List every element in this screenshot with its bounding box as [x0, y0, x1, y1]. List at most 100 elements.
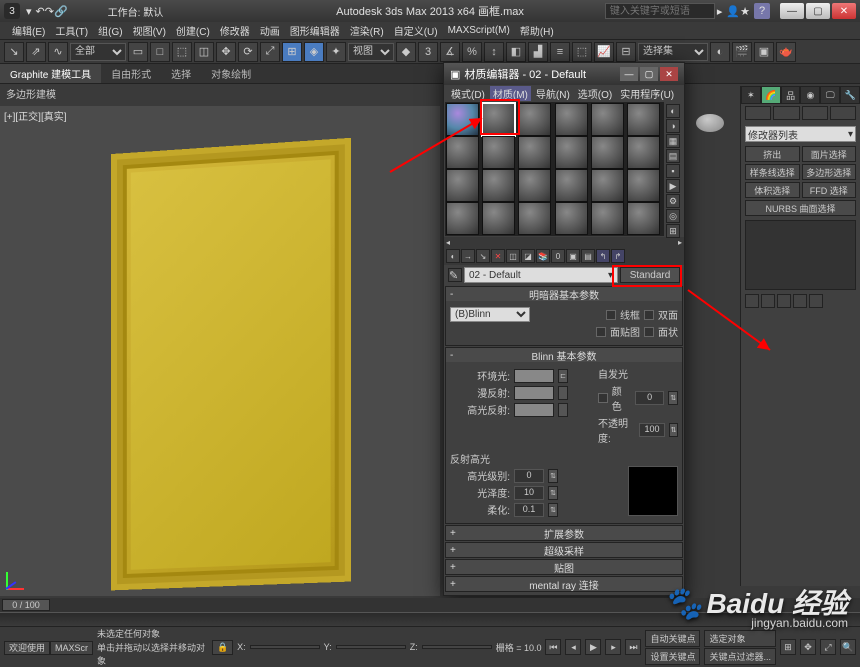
- configure-icon[interactable]: [809, 294, 823, 308]
- material-slot[interactable]: [591, 169, 624, 202]
- cat-icon[interactable]: [773, 106, 799, 120]
- diffuse-swatch[interactable]: [514, 386, 554, 400]
- link-icon[interactable]: 🔗: [54, 5, 68, 18]
- ribbon-tab-paint[interactable]: 对象绘制: [201, 64, 261, 83]
- maxscript-tab[interactable]: MAXScr: [50, 641, 93, 655]
- lock-selection-icon[interactable]: 🔒: [212, 640, 233, 655]
- window-crossing-icon[interactable]: ◫: [194, 42, 214, 62]
- viewport-label[interactable]: [+][正交][真实]: [4, 108, 67, 123]
- x-coord[interactable]: [250, 645, 320, 649]
- menu-item[interactable]: 帮助(H): [516, 22, 558, 39]
- redo-icon[interactable]: ↷: [45, 5, 54, 18]
- cat-icon[interactable]: [745, 106, 771, 120]
- specular-swatch[interactable]: [514, 403, 554, 417]
- select-name-icon[interactable]: □: [150, 42, 170, 62]
- menu-item[interactable]: 导航(N): [533, 86, 573, 101]
- spinner-buttons[interactable]: ⇅: [548, 469, 558, 483]
- soften-spinner[interactable]: 0.1: [514, 503, 544, 517]
- remove-mod-icon[interactable]: [793, 294, 807, 308]
- select-rotate-icon[interactable]: ⟳: [238, 42, 258, 62]
- menu-item[interactable]: 动画: [256, 22, 284, 39]
- search-go-icon[interactable]: ▸: [717, 5, 723, 18]
- bind-space-icon[interactable]: ∿: [48, 42, 68, 62]
- menu-item[interactable]: 渲染(R): [346, 22, 388, 39]
- mod-button[interactable]: 多边形选择: [802, 164, 857, 180]
- reference-coord-icon[interactable]: ⊞: [282, 42, 302, 62]
- spinner-buttons[interactable]: ⇅: [668, 391, 678, 405]
- menu-item[interactable]: 选项(O): [575, 86, 615, 101]
- material-name-dropdown[interactable]: 02 - Default▾: [464, 267, 618, 283]
- spinner-snap-icon[interactable]: ↕: [484, 42, 504, 62]
- material-slot[interactable]: [446, 202, 479, 235]
- material-slot-selected[interactable]: [482, 103, 515, 136]
- menu-item[interactable]: 自定义(U): [390, 22, 442, 39]
- menu-item[interactable]: 材质(M): [490, 86, 531, 101]
- backlight-icon[interactable]: ◑: [666, 119, 680, 133]
- opacity-spinner[interactable]: 100: [639, 423, 665, 437]
- material-slot[interactable]: [627, 169, 660, 202]
- selfillum-color-checkbox[interactable]: [598, 393, 608, 403]
- gloss-spinner[interactable]: 10: [514, 486, 544, 500]
- autokey-button[interactable]: 自动关键点: [645, 630, 700, 647]
- curve-editor-icon[interactable]: 📈: [594, 42, 614, 62]
- faceted-checkbox[interactable]: [644, 327, 654, 337]
- tab-utilities-icon[interactable]: 🔧: [840, 86, 860, 104]
- select-scale-icon[interactable]: ⤢: [260, 42, 280, 62]
- pin-stack-icon[interactable]: [745, 294, 759, 308]
- rollup-header[interactable]: Blinn 基本参数: [446, 348, 682, 362]
- ambient-swatch[interactable]: [514, 369, 554, 383]
- viewport-nav-icon[interactable]: ✥: [800, 639, 816, 655]
- use-center-icon[interactable]: ◈: [304, 42, 324, 62]
- face-map-checkbox[interactable]: [596, 327, 606, 337]
- rollup-header[interactable]: mental ray 连接: [446, 577, 682, 591]
- tab-modify-icon[interactable]: 🌈: [761, 86, 781, 104]
- material-slot[interactable]: [555, 169, 588, 202]
- material-slot[interactable]: [482, 169, 515, 202]
- menu-item[interactable]: 修改器: [216, 22, 254, 39]
- qat-arrow-icon[interactable]: ▾: [26, 5, 32, 18]
- material-slot[interactable]: [446, 169, 479, 202]
- viewport-nav-icon[interactable]: ⊞: [780, 639, 796, 655]
- menu-item[interactable]: 组(G): [94, 22, 126, 39]
- reset-map-icon[interactable]: ✕: [491, 249, 505, 263]
- minimize-button[interactable]: —: [780, 3, 804, 19]
- spinner-buttons[interactable]: ⇅: [669, 423, 678, 437]
- material-slot[interactable]: [446, 136, 479, 169]
- lock-icon[interactable]: ⊏: [558, 369, 568, 383]
- maximize-button[interactable]: ▢: [640, 67, 658, 81]
- tab-display-icon[interactable]: 🖵: [820, 86, 840, 104]
- workspace-label[interactable]: 工作台: 默认: [108, 4, 164, 19]
- prev-frame-icon[interactable]: ◂: [565, 639, 581, 655]
- material-slot[interactable]: [482, 202, 515, 235]
- pivot-icon[interactable]: ◆: [396, 42, 416, 62]
- mod-button[interactable]: 样条线选择: [745, 164, 800, 180]
- material-editor-icon[interactable]: ◐: [710, 42, 730, 62]
- make-unique-icon[interactable]: ◪: [521, 249, 535, 263]
- mod-button[interactable]: 挤出: [745, 146, 800, 162]
- material-slot[interactable]: [591, 202, 624, 235]
- mat-editor-titlebar[interactable]: ▣ 材质编辑器 - 02 - Default — ▢ ✕: [444, 63, 684, 85]
- material-slot[interactable]: [591, 136, 624, 169]
- minimize-button[interactable]: —: [620, 67, 638, 81]
- material-slot[interactable]: [591, 103, 624, 136]
- selection-set[interactable]: 选择集: [638, 43, 708, 61]
- spinner-buttons[interactable]: ⇅: [548, 503, 558, 517]
- selfillum-spinner[interactable]: 0: [635, 391, 664, 405]
- put-to-lib-icon[interactable]: 📚: [536, 249, 550, 263]
- percent-snap-icon[interactable]: %: [462, 42, 482, 62]
- material-slot[interactable]: [555, 103, 588, 136]
- rollup-header[interactable]: 超级采样: [446, 543, 682, 557]
- wire-checkbox[interactable]: [606, 310, 616, 320]
- material-slot[interactable]: [555, 202, 588, 235]
- menu-item[interactable]: 工具(T): [51, 22, 92, 39]
- scroll-left-icon[interactable]: ◂: [446, 238, 450, 247]
- selection-filter[interactable]: 全部: [70, 43, 126, 61]
- mod-button[interactable]: 面片选择: [802, 146, 857, 162]
- y-coord[interactable]: [336, 645, 406, 649]
- goto-start-icon[interactable]: ⏮: [545, 639, 561, 655]
- material-slot[interactable]: [482, 136, 515, 169]
- restore-button[interactable]: ▢: [806, 3, 830, 19]
- ref-coord-system[interactable]: 视图: [348, 43, 394, 61]
- material-slot[interactable]: [446, 103, 479, 136]
- favorite-icon[interactable]: ★: [740, 5, 750, 18]
